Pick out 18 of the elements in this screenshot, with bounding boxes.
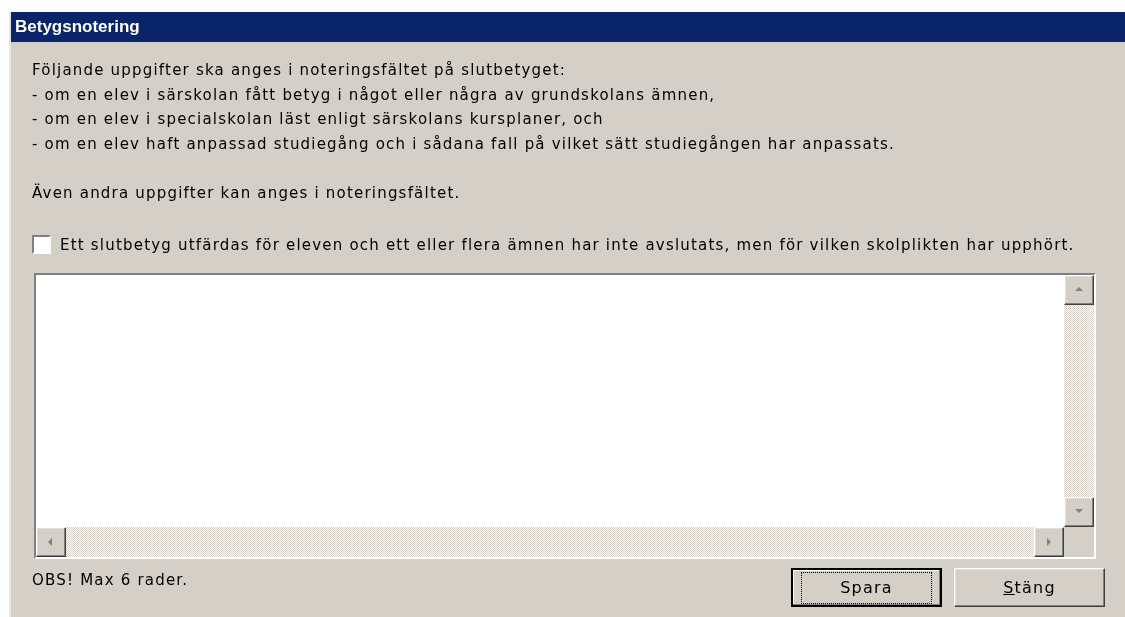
scroll-right-icon[interactable] (1034, 527, 1064, 557)
note-text: Även andra uppgifter kan anges i noteringsfältet. (32, 182, 462, 204)
scroll-up-icon[interactable] (1064, 275, 1094, 305)
instruction-line: - om en elev i särskolan fått betyg i något eller några av grundskolans ämnen, (32, 84, 717, 106)
horizontal-scrollbar[interactable] (36, 527, 1064, 557)
vertical-scrollbar[interactable] (1064, 275, 1094, 527)
dialog-button[interactable]: Spara (791, 568, 942, 607)
window-title: Betygsnotering (11, 12, 1125, 42)
checkbox-label: Ett slutbetyg utfärdas för eleven och ett eller flera ämnen har inte avslutats, men för vilken skolplikten har upphört. (60, 234, 1075, 256)
scrollbar-corner (1064, 527, 1094, 557)
scroll-down-icon[interactable] (1064, 497, 1094, 527)
checkbox[interactable] (32, 235, 51, 255)
instruction-line: Följande uppgifter ska anges i noteringsfältet på slutbetyget: (32, 60, 568, 81)
dialog-button[interactable]: Stäng (954, 568, 1105, 607)
instruction-line: - om en elev i specialskolan läst enligt särskolans kursplaner, och (32, 109, 605, 130)
footer-note: OBS! Max 6 rader. (32, 570, 189, 591)
scroll-left-icon[interactable] (36, 527, 66, 557)
instruction-line: - om en elev haft anpassad studiegång och i sådana fall på vilket sätt studiegången har anpassats. (32, 133, 896, 155)
